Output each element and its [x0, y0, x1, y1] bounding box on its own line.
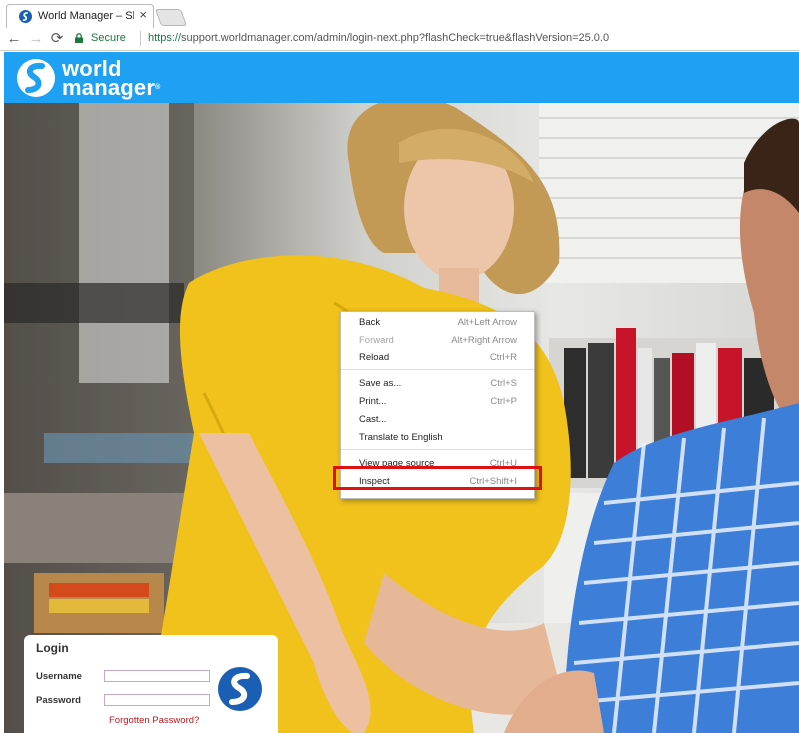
secure-label: Secure — [91, 32, 126, 44]
reload-icon[interactable]: ⟳ — [48, 30, 66, 48]
menu-item-reload[interactable]: Reload Ctrl+R — [341, 349, 534, 366]
tab-close-icon[interactable]: × — [139, 8, 147, 21]
world-manager-logo-icon[interactable] — [14, 58, 58, 98]
menu-item-shortcut: Alt+Right Arrow — [451, 335, 517, 346]
forward-icon[interactable]: → — [27, 30, 45, 48]
back-icon[interactable]: ← — [5, 30, 23, 48]
menu-item-print[interactable]: Print... Ctrl+P — [341, 393, 534, 410]
username-label: Username — [36, 671, 82, 682]
menu-item-forward[interactable]: Forward Alt+Right Arrow — [341, 332, 534, 349]
menu-item-shortcut: Alt+Left Arrow — [457, 317, 517, 328]
lock-icon — [75, 33, 83, 43]
menu-item-label: Save as... — [359, 378, 402, 389]
site-logo-text[interactable]: world manager® — [62, 58, 161, 100]
login-title: Login — [36, 641, 69, 655]
password-label: Password — [36, 695, 81, 706]
menu-item-label: Back — [359, 317, 381, 328]
omnibox-divider — [140, 31, 141, 46]
menu-item-shortcut: Ctrl+S — [490, 378, 517, 389]
browser-tab-strip: World Manager – Showc × — [0, 0, 799, 28]
menu-separator — [341, 449, 534, 450]
new-tab-button[interactable] — [154, 9, 188, 26]
menu-item-shortcut: Ctrl+P — [490, 396, 517, 407]
site-header: world manager® — [4, 52, 799, 103]
menu-item-translate[interactable]: Translate to English — [341, 429, 534, 446]
menu-item-cast[interactable]: Cast... — [341, 411, 534, 428]
menu-item-shortcut: Ctrl+R — [489, 352, 517, 363]
menu-item-label: Forward — [359, 335, 394, 346]
menu-separator — [341, 369, 534, 370]
browser-tab[interactable]: World Manager – Showc × — [6, 4, 154, 28]
username-input[interactable] — [104, 670, 210, 682]
menu-item-save-as[interactable]: Save as... Ctrl+S — [341, 375, 534, 392]
url-text: https://support.worldmanager.com/admin/l… — [148, 32, 609, 44]
browser-toolbar: ← → ⟳ Secure https://support.worldmanage… — [0, 28, 799, 51]
login-panel: Login Username Password Forgotten Passwo… — [24, 635, 278, 733]
forgotten-password-link[interactable]: Forgotten Password? — [109, 715, 199, 726]
inspect-highlight-box — [333, 466, 542, 490]
url-path: /admin/login-next.php?flashCheck=true&fl… — [313, 32, 610, 44]
tab-title: World Manager – Showc — [38, 10, 134, 22]
url-host: support.worldmanager.com — [181, 32, 314, 44]
menu-item-back[interactable]: Back Alt+Left Arrow — [341, 314, 534, 331]
world-manager-favicon-icon — [19, 10, 32, 23]
menu-item-label: Cast... — [359, 414, 387, 425]
menu-item-label: Translate to English — [359, 432, 443, 443]
logo-line-2: manager — [62, 75, 156, 100]
address-bar[interactable]: Secure https://support.worldmanager.com/… — [68, 29, 796, 48]
password-input[interactable] — [104, 694, 210, 706]
menu-item-label: Print... — [359, 396, 387, 407]
url-scheme: https:// — [148, 32, 182, 44]
menu-item-label: Reload — [359, 352, 390, 363]
world-manager-logo-icon — [218, 667, 262, 711]
registered-mark: ® — [155, 84, 161, 91]
